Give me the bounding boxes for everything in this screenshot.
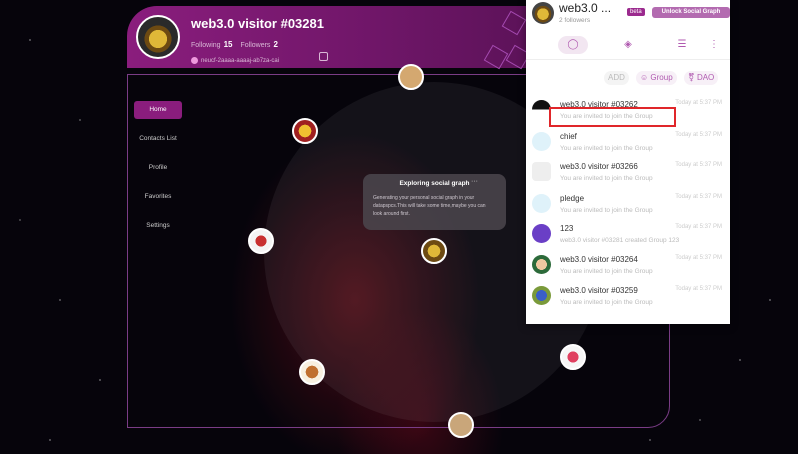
- messages-popup: web3.0 ... 2 followers beta Unlock Socia…: [526, 0, 730, 324]
- popup-tabs: ◯ ◈ ☰ ⋮: [526, 34, 730, 56]
- graph-node[interactable]: [398, 64, 424, 90]
- profile-stats: Following 15 Followers 2: [191, 40, 286, 49]
- tab-chat[interactable]: ◯: [558, 36, 588, 54]
- message-time: Today at 5:37 PM: [675, 194, 722, 200]
- beta-badge: beta: [627, 8, 645, 16]
- ribbon-icon: ◈: [624, 39, 632, 50]
- followers-count[interactable]: 2: [273, 40, 277, 49]
- add-button[interactable]: ADD: [604, 71, 629, 85]
- message-subtitle: You are invited to join the Group: [560, 299, 653, 306]
- list-item[interactable]: web3.0 visitor #03264 Today at 5:37 PM Y…: [526, 255, 730, 285]
- profile-avatar[interactable]: [136, 15, 180, 59]
- message-time: Today at 5:37 PM: [675, 224, 722, 230]
- popup-avatar[interactable]: [532, 2, 554, 24]
- sidebar-item-contacts[interactable]: Contacts List: [134, 130, 182, 148]
- address-icon: [191, 57, 198, 64]
- list-item[interactable]: pledge Today at 5:37 PM You are invited …: [526, 194, 730, 224]
- tab-menu[interactable]: ☰: [667, 36, 697, 54]
- sidebar-item-favorites[interactable]: Favorites: [134, 188, 182, 206]
- message-subtitle: You are invited to join the Group: [560, 207, 653, 214]
- avatar: [532, 255, 551, 274]
- popup-followers: 2 followers: [559, 17, 591, 24]
- dao-icon: ⚧: [688, 73, 695, 82]
- more-vertical-icon: ⋮: [709, 39, 719, 50]
- exploring-card: Exploring social graph ··· Generating yo…: [363, 174, 506, 230]
- followers-label: Followers: [240, 42, 271, 49]
- message-title: web3.0 visitor #03259: [560, 286, 638, 295]
- list-item[interactable]: web3.0 visitor #03259 Today at 5:37 PM Y…: [526, 286, 730, 316]
- more-icon[interactable]: ···: [471, 178, 478, 185]
- person-icon: [532, 194, 551, 213]
- message-time: Today at 5:37 PM: [675, 162, 722, 168]
- dao-label: DAO: [696, 73, 715, 82]
- sidebar: Home Contacts List Profile Favorites Set…: [128, 75, 190, 427]
- tab-ribbon[interactable]: ◈: [613, 36, 643, 54]
- following-count[interactable]: 15: [224, 40, 233, 49]
- avatar: [532, 286, 551, 305]
- list-item[interactable]: 123 Today at 5:37 PM web3.0 visitor #032…: [526, 224, 730, 254]
- chat-icon: ◯: [567, 39, 579, 50]
- unlock-social-graph-button[interactable]: Unlock Social Graph: [652, 7, 730, 18]
- address-text: neucf-2aaaa-aaaaj-ab7za-cai: [201, 58, 280, 65]
- message-title: web3.0 visitor #03266: [560, 162, 638, 171]
- group-label: Group: [650, 73, 673, 82]
- message-time: Today at 5:37 PM: [675, 286, 722, 292]
- copy-icon[interactable]: [319, 52, 328, 61]
- following-label: Following: [191, 42, 221, 49]
- graph-node-center[interactable]: [421, 238, 447, 264]
- graph-node[interactable]: [292, 118, 318, 144]
- profile-header: web3.0 visitor #03281 Following 15 Followe…: [127, 6, 547, 70]
- hexagon-decor-icon: [483, 44, 509, 70]
- message-time: Today at 5:37 PM: [675, 255, 722, 261]
- message-title: 123: [560, 224, 574, 233]
- message-subtitle: You are invited to join the Group: [560, 175, 653, 182]
- message-subtitle: You are invited to join the Group: [560, 268, 653, 275]
- graph-node[interactable]: [448, 412, 474, 438]
- group-button[interactable]: ☺ Group: [636, 71, 677, 85]
- message-title: chief: [560, 132, 577, 141]
- sidebar-item-profile[interactable]: Profile: [134, 159, 182, 177]
- hexagon-decor-icon: [501, 10, 527, 36]
- message-title: pledge: [560, 194, 585, 203]
- group-icon: ☺: [640, 73, 649, 82]
- list-item[interactable]: web3.0 visitor #03266 Today at 5:37 PM Y…: [526, 162, 730, 192]
- message-subtitle: web3.0 visitor #03281 created Group 123: [560, 237, 680, 244]
- message-time: Today at 5:37 PM: [675, 100, 722, 106]
- menu-icon: ☰: [677, 39, 687, 50]
- message-time: Today at 5:37 PM: [675, 132, 722, 138]
- profile-name: web3.0 visitor #03281: [191, 16, 324, 31]
- group-avatar-icon: [532, 224, 551, 243]
- graph-node[interactable]: [248, 228, 274, 254]
- person-icon: [532, 132, 551, 151]
- graph-node[interactable]: [299, 359, 325, 385]
- message-subtitle: You are invited to join the Group: [560, 145, 653, 152]
- sidebar-item-settings[interactable]: Settings: [134, 217, 182, 235]
- divider: [526, 59, 730, 60]
- sidebar-item-home[interactable]: Home: [134, 101, 182, 119]
- exploring-text: Generating your personal social graph in…: [373, 195, 486, 217]
- list-item[interactable]: chief Today at 5:37 PM You are invited t…: [526, 132, 730, 162]
- image-placeholder-icon: [532, 162, 551, 181]
- highlight-box: [549, 107, 676, 127]
- graph-node[interactable]: [560, 344, 586, 370]
- popup-name: web3.0 ...: [559, 1, 612, 15]
- tab-more[interactable]: ⋮: [706, 36, 722, 54]
- message-title: web3.0 visitor #03264: [560, 255, 638, 264]
- wallet-address: neucf-2aaaa-aaaaj-ab7za-cai: [191, 57, 279, 64]
- dao-button[interactable]: ⚧ DAO: [684, 71, 719, 85]
